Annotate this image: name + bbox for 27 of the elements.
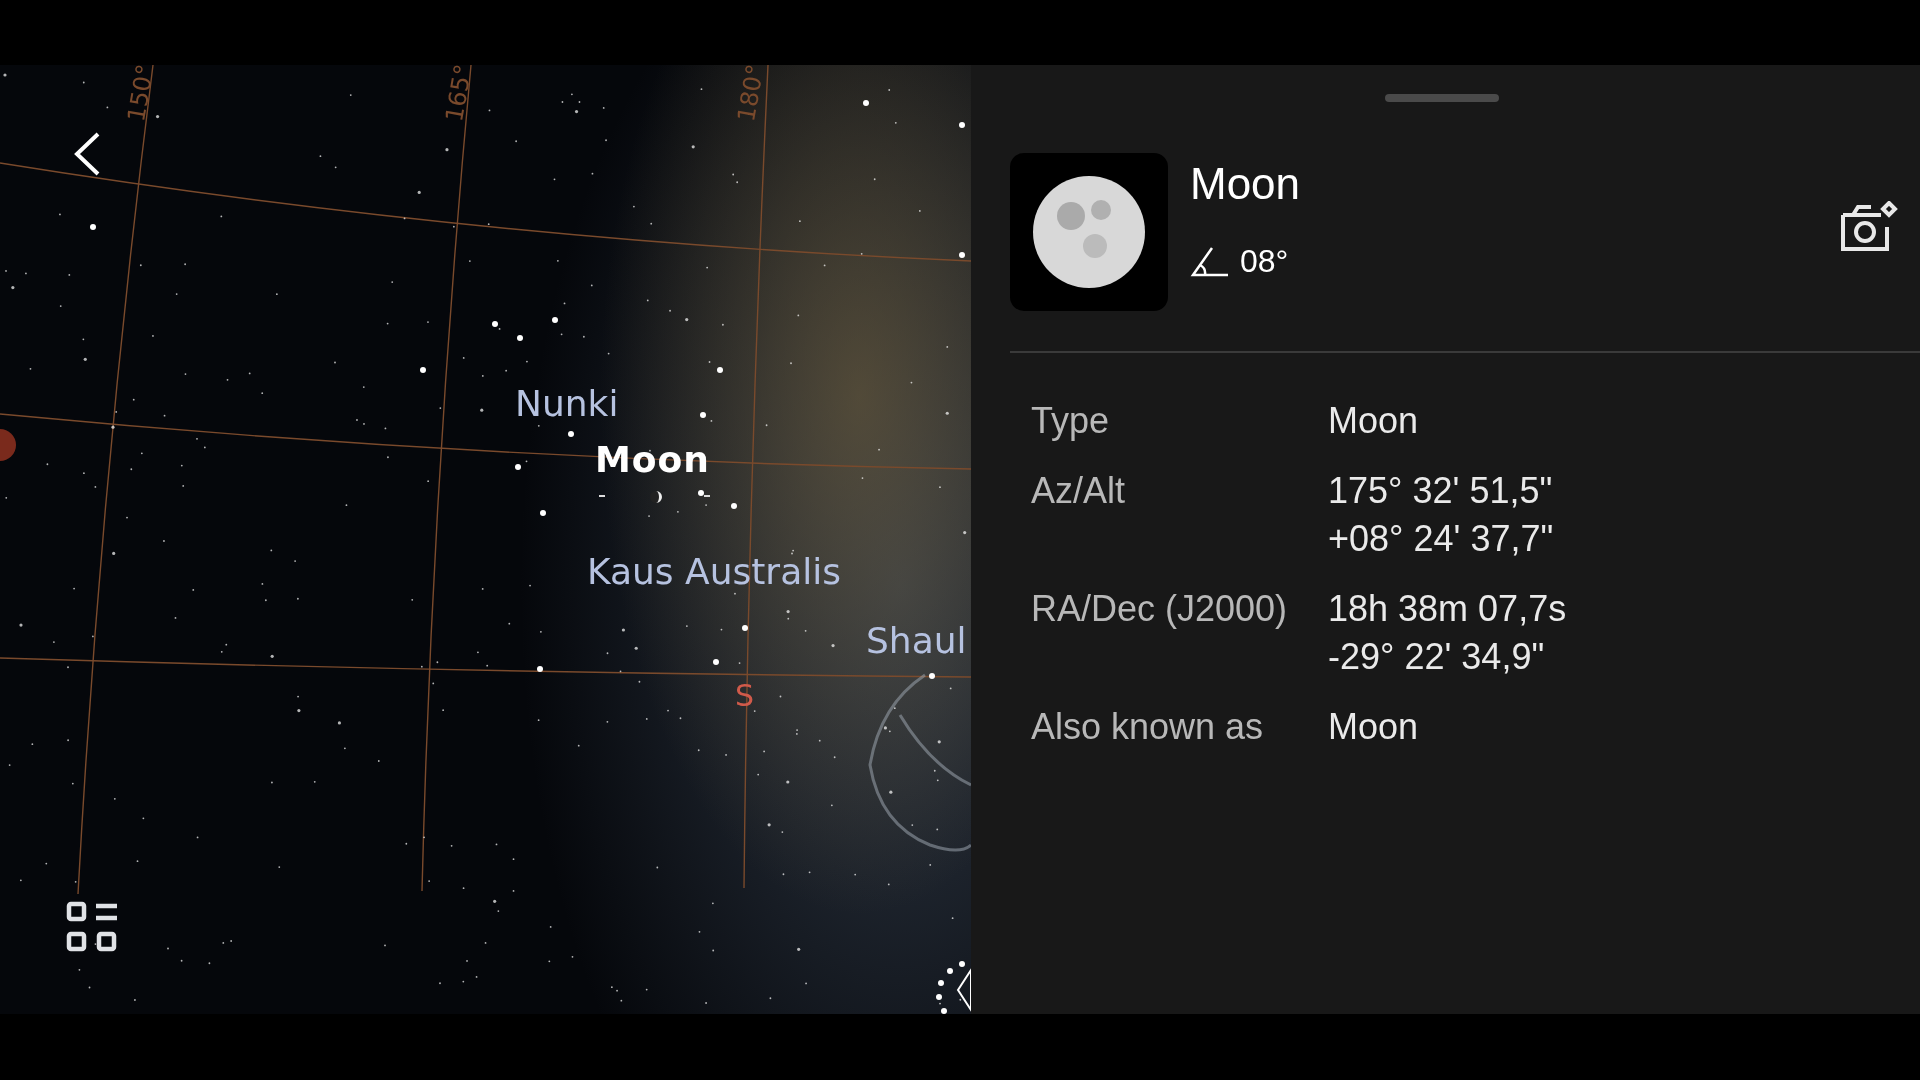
grid-menu-icon[interactable] [66,901,120,953]
altitude-value: 08° [1240,243,1289,280]
sky-map[interactable]: 150° 165° 180° Nunki Moon Kaus Australis Shaul S [0,65,971,1014]
object-label[interactable]: Kaus Australis [587,551,841,592]
drag-handle[interactable] [1385,94,1499,102]
grid-label: 150° [122,65,160,124]
object-label[interactable]: Moon [595,439,710,480]
object-title: Moon [1190,159,1301,209]
property-label: Az/Alt [1031,469,1127,513]
property-value: +08° 24' 37,7" [1328,517,1555,561]
property-value: Moon [1328,705,1420,749]
object-label[interactable]: Shaul [866,620,967,661]
object-label[interactable]: Nunki [515,383,619,424]
property-value: 175° 32' 51,5" [1328,469,1554,513]
grid-label: 180° [732,65,770,124]
angle-icon [1190,245,1230,278]
property-label: Type [1031,399,1111,443]
property-label: Also known as [1031,705,1265,749]
direction-label: S [735,678,755,713]
planet-marker-icon [0,429,16,461]
property-value: 18h 38m 07,7s [1328,587,1568,631]
moon-marker-icon [599,491,710,503]
grid-label: 165° [440,65,478,124]
property-value: Moon [1328,399,1420,443]
property-label: RA/Dec (J2000) [1031,587,1289,631]
compass-icon[interactable] [936,961,971,1014]
property-value: -29° 22' 34,9" [1328,635,1546,679]
